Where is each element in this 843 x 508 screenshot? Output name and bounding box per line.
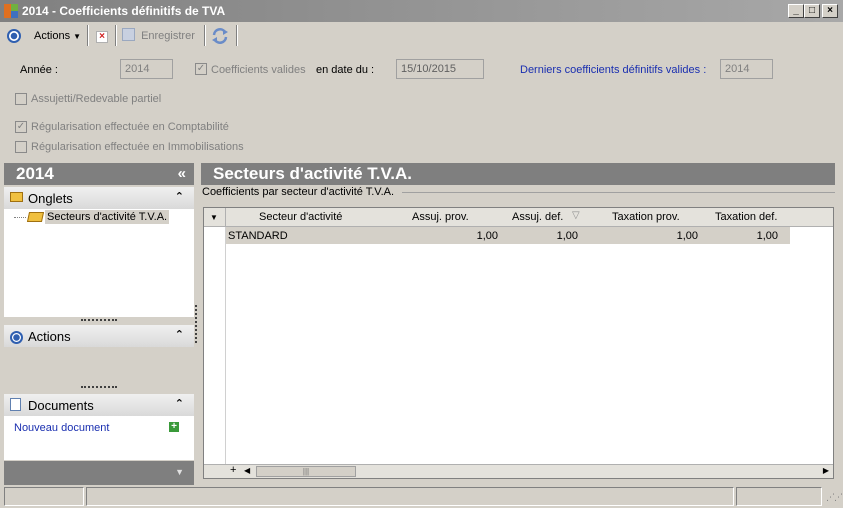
group-line: [402, 192, 835, 193]
group-caption: Coefficients par secteur d'activité T.V.…: [202, 186, 395, 198]
actions-ring-icon: [7, 26, 21, 46]
date-field[interactable]: 15/10/2015: [396, 59, 484, 79]
delete-icon: ×: [96, 31, 108, 43]
documents-header[interactable]: Documents ⌃: [4, 394, 194, 416]
refresh-button[interactable]: [211, 26, 229, 46]
section-title: Secteurs d'activité T.V.A.: [201, 163, 835, 185]
onglet-item-secteurs[interactable]: Secteurs d'activité T.V.A.: [45, 210, 170, 224]
actions-menu-button[interactable]: Actions ▼: [34, 26, 81, 46]
derniers-coefficients-label: Derniers coefficients définitifs valides…: [520, 64, 707, 76]
cell-assuj-def: 1,00: [556, 230, 578, 242]
close-button[interactable]: ×: [822, 4, 838, 18]
year-header: 2014 «: [4, 163, 194, 185]
refresh-icon: [212, 28, 228, 44]
delete-button[interactable]: ×: [96, 26, 108, 46]
coefficients-valides-checkbox[interactable]: ✓: [195, 63, 207, 75]
onglets-title: Onglets: [28, 191, 73, 206]
col-header-secteur[interactable]: Secteur d'activité: [259, 211, 342, 223]
window-title: 2014 - Coefficients définitifs de TVA: [22, 4, 226, 18]
toolbar-separator: [87, 25, 89, 46]
tree-connector: [14, 217, 26, 218]
col-header-assuj-def[interactable]: Assuj. def.: [512, 211, 563, 223]
grid-footer: + ◀ ||| ▶: [204, 464, 833, 478]
horizontal-scrollbar-thumb[interactable]: |||: [256, 466, 356, 477]
chevron-up-icon[interactable]: ⌃: [175, 328, 184, 341]
onglets-list: Secteurs d'activité T.V.A.: [4, 209, 194, 317]
save-label: Enregistrer: [141, 30, 195, 42]
col-header-taxation-def[interactable]: Taxation def.: [715, 211, 777, 223]
regul-immo-label: Régularisation effectuée en Immobilisati…: [31, 141, 244, 153]
onglets-header[interactable]: Onglets ⌃: [4, 187, 194, 209]
assujetti-label: Assujetti/Redevable partiel: [31, 93, 162, 105]
regul-compta-label: Régularisation effectuée en Comptabilité: [31, 121, 229, 133]
scroll-right-icon[interactable]: ▶: [823, 466, 829, 475]
cell-taxation-def: 1,00: [756, 230, 778, 242]
dropdown-arrow-icon: ▼: [73, 32, 82, 41]
add-icon[interactable]: +: [169, 422, 179, 432]
save-icon: [122, 28, 135, 41]
actions-section-title: Actions: [28, 329, 71, 344]
toolbar-separator: [115, 25, 117, 46]
derniers-coefficients-field[interactable]: 2014: [720, 59, 773, 79]
regul-compta-checkbox[interactable]: ✓: [15, 121, 27, 133]
add-row-button[interactable]: +: [230, 464, 236, 476]
actions-section-header[interactable]: Actions ⌃: [4, 325, 194, 347]
coefficients-valides-label: Coefficients valides: [211, 64, 306, 76]
resize-grip[interactable]: [81, 386, 117, 389]
vertical-splitter[interactable]: [195, 305, 198, 343]
toolbar-separator: [204, 25, 206, 46]
save-button[interactable]: Enregistrer: [122, 26, 195, 46]
collapse-panel-button[interactable]: «: [178, 165, 186, 182]
panel-footer: ▼: [4, 461, 194, 485]
chevron-down-icon[interactable]: ▼: [175, 467, 184, 477]
toolbar: Actions ▼ × Enregistrer: [0, 22, 843, 49]
status-pane: [4, 487, 84, 506]
annee-field[interactable]: 2014: [120, 59, 173, 79]
year-title: 2014: [16, 164, 54, 183]
resize-grip-icon[interactable]: ⋰⋰: [826, 492, 843, 503]
grid-header: ▼ Secteur d'activité Assuj. prov. Assuj.…: [204, 208, 833, 227]
col-header-assuj-prov[interactable]: Assuj. prov.: [412, 211, 469, 223]
row-selector-column: [225, 227, 226, 464]
cell-assuj-prov: 1,00: [476, 230, 498, 242]
documents-title: Documents: [28, 398, 94, 413]
col-header-taxation-prov[interactable]: Taxation prov.: [612, 211, 680, 223]
new-document-link[interactable]: Nouveau document: [14, 422, 109, 434]
coefficients-grid: ▼ Secteur d'activité Assuj. prov. Assuj.…: [203, 207, 834, 479]
document-icon: [10, 398, 21, 411]
chevron-up-icon[interactable]: ⌃: [175, 190, 184, 203]
sort-arrow-icon: ▽: [572, 210, 580, 221]
title-bar: 2014 - Coefficients définitifs de TVA _ …: [0, 0, 843, 22]
chevron-up-icon[interactable]: ⌃: [175, 397, 184, 410]
scroll-left-icon[interactable]: ◀: [244, 466, 250, 475]
regul-immo-checkbox[interactable]: [15, 141, 27, 153]
annee-label: Année :: [20, 64, 58, 76]
status-pane: [86, 487, 734, 506]
left-panel: 2014 « Onglets ⌃ Secteurs d'activité T.V…: [4, 163, 194, 485]
table-row[interactable]: STANDARD 1,00 1,00 1,00 1,00: [226, 227, 790, 244]
documents-body: Nouveau document +: [4, 416, 194, 460]
maximize-button[interactable]: □: [804, 4, 820, 18]
toolbar-separator: [236, 25, 238, 46]
status-pane: [736, 487, 822, 506]
minimize-button[interactable]: _: [788, 4, 804, 18]
date-label: en date du :: [316, 64, 375, 76]
resize-grip[interactable]: [81, 319, 117, 322]
actions-ring-icon: [10, 329, 23, 345]
row-selector-dropdown-icon[interactable]: ▼: [210, 213, 218, 222]
assujetti-checkbox[interactable]: [15, 93, 27, 105]
status-bar: ⋰⋰: [0, 486, 843, 508]
app-icon: [4, 4, 18, 18]
actions-menu-label: Actions: [34, 30, 71, 42]
cell-secteur: STANDARD: [228, 230, 288, 242]
cell-taxation-prov: 1,00: [676, 230, 698, 242]
folder-icon: [10, 192, 23, 202]
open-folder-icon: [26, 212, 45, 222]
